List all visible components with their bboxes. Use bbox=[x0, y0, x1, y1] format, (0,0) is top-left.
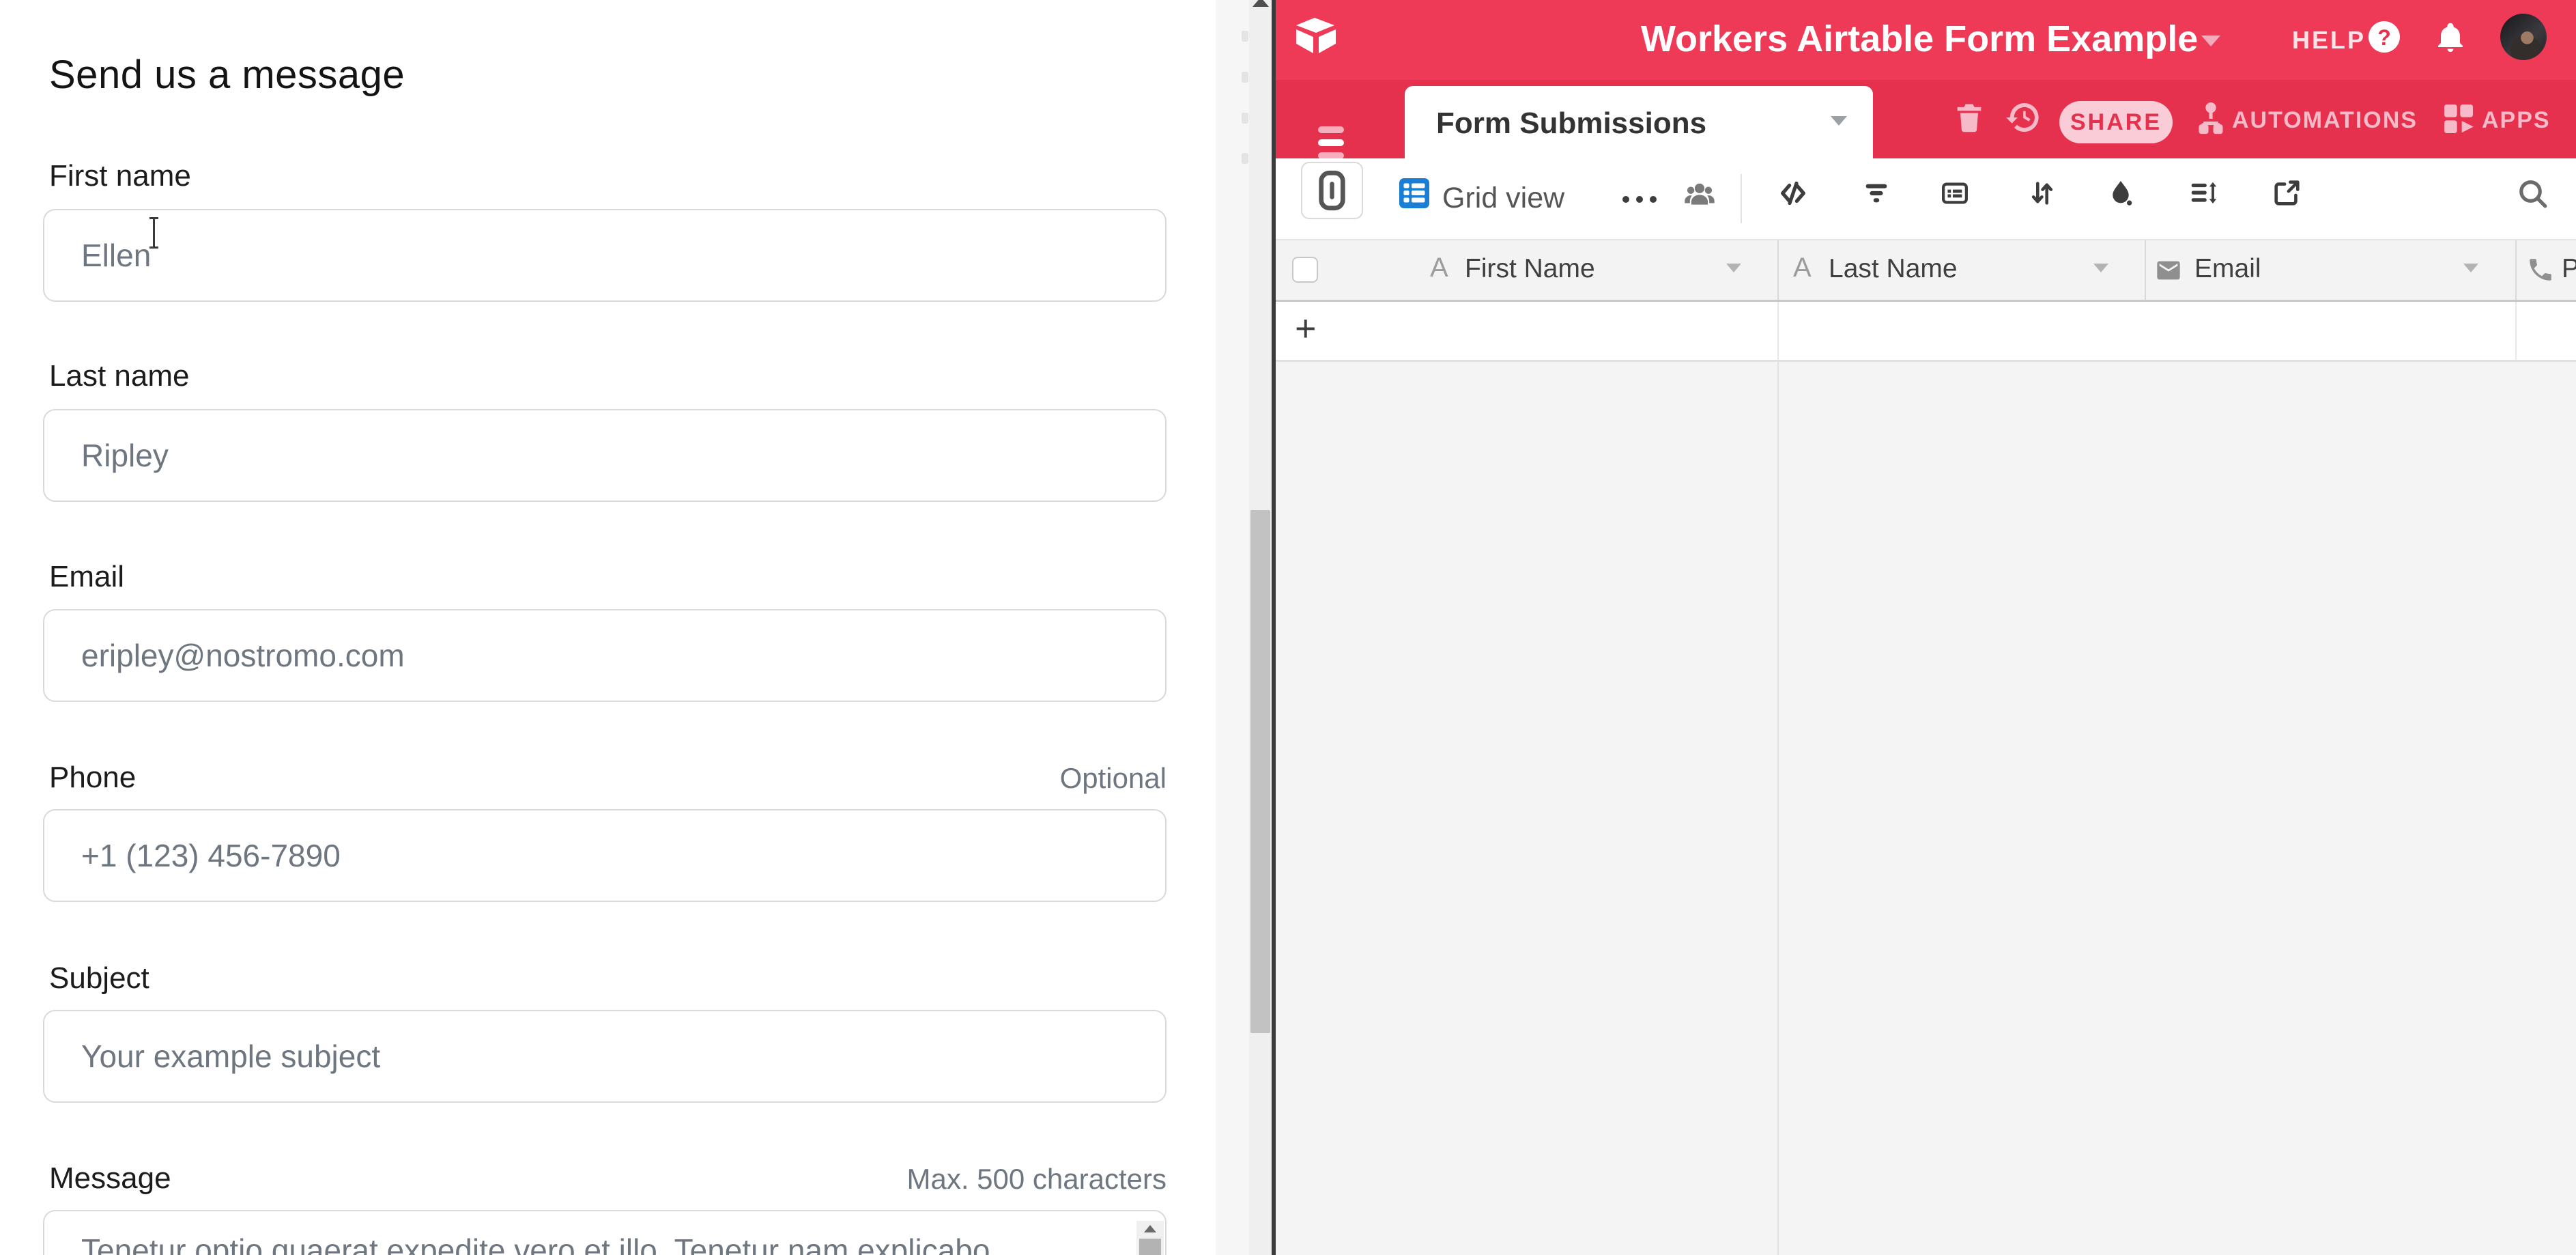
text-field-icon: A bbox=[1793, 253, 1812, 283]
column-header-last-name[interactable]: Last Name bbox=[1829, 254, 1958, 284]
pane-gutter bbox=[1216, 0, 1249, 1255]
column-separator bbox=[1777, 362, 1779, 1255]
message-label: Message bbox=[49, 1161, 171, 1196]
column-separator bbox=[2515, 302, 2517, 360]
automations-button[interactable]: AUTOMATIONS bbox=[2232, 107, 2418, 134]
sort-icon[interactable] bbox=[2027, 178, 2058, 209]
column-separator[interactable] bbox=[2145, 240, 2146, 300]
add-row-plus[interactable]: + bbox=[1295, 307, 1317, 350]
gutter-dash bbox=[1242, 153, 1248, 164]
contact-form-pane: Send us a message First name Last name E… bbox=[0, 0, 1216, 1255]
message-scrollbar-thumb[interactable] bbox=[1139, 1239, 1161, 1255]
add-row[interactable]: + bbox=[1276, 302, 2576, 362]
form-title: Send us a message bbox=[49, 52, 405, 98]
column-separator bbox=[1777, 302, 1779, 360]
column-caret-down-icon[interactable] bbox=[2463, 264, 2478, 272]
phone-label: Phone bbox=[49, 761, 136, 795]
column-separator[interactable] bbox=[1777, 240, 1779, 300]
share-button[interactable]: SHARE bbox=[2059, 101, 2173, 143]
view-name[interactable]: Grid view bbox=[1442, 182, 1564, 215]
row-height-icon[interactable] bbox=[2188, 178, 2219, 209]
column-header-email[interactable]: Email bbox=[2194, 254, 2261, 284]
apps-button[interactable]: APPS bbox=[2482, 107, 2551, 134]
message-textarea[interactable] bbox=[43, 1210, 1167, 1255]
collaborators-icon[interactable] bbox=[1683, 178, 1717, 212]
filter-icon[interactable] bbox=[1861, 178, 1892, 209]
text-field-icon: A bbox=[1430, 253, 1448, 283]
first-name-label: First name bbox=[49, 159, 191, 193]
email-field-icon bbox=[2155, 257, 2182, 284]
phone-input[interactable] bbox=[43, 809, 1167, 902]
base-title[interactable]: Workers Airtable Form Example bbox=[1641, 18, 2198, 60]
subject-label: Subject bbox=[49, 961, 149, 996]
airtable-tabbar: Form Submissions SHARE bbox=[1276, 80, 2576, 158]
column-caret-down-icon[interactable] bbox=[1726, 264, 1741, 272]
menu-bar bbox=[1318, 126, 1344, 133]
grid-view-icon bbox=[1399, 178, 1429, 208]
column-separator[interactable] bbox=[2515, 240, 2517, 300]
page-scrollbar-thumb[interactable] bbox=[1250, 510, 1270, 1033]
avatar[interactable] bbox=[2500, 14, 2547, 60]
email-input[interactable] bbox=[43, 609, 1167, 702]
open-view-icon[interactable] bbox=[2271, 178, 2302, 209]
tab-form-submissions[interactable]: Form Submissions bbox=[1405, 86, 1873, 158]
gutter-dash bbox=[1242, 31, 1248, 42]
hide-fields-icon[interactable] bbox=[1777, 178, 1809, 209]
select-all-checkbox[interactable] bbox=[1292, 257, 1318, 283]
grid-empty-area bbox=[1276, 362, 2576, 1255]
airtable-topbar: Workers Airtable Form Example HELP ? bbox=[1276, 0, 2576, 80]
group-icon[interactable] bbox=[1939, 178, 1971, 209]
last-name-input[interactable] bbox=[43, 409, 1167, 502]
search-icon[interactable] bbox=[2515, 176, 2549, 210]
apps-icon[interactable] bbox=[2439, 99, 2478, 139]
last-name-label: Last name bbox=[49, 359, 189, 393]
email-label: Email bbox=[49, 560, 124, 594]
text-cursor bbox=[153, 217, 155, 249]
help-button[interactable]: HELP bbox=[2292, 26, 2366, 55]
table-name: Form Submissions bbox=[1436, 107, 1706, 141]
gutter-dash bbox=[1242, 113, 1248, 124]
first-name-input[interactable] bbox=[43, 209, 1167, 302]
page-scroll-up-arrow-icon[interactable] bbox=[1253, 0, 1269, 7]
paint-fill-icon[interactable] bbox=[2105, 178, 2136, 209]
trash-icon[interactable] bbox=[1951, 98, 1987, 137]
help-circle-icon[interactable]: ? bbox=[2369, 21, 2400, 53]
airtable-logo-icon[interactable] bbox=[1293, 16, 1339, 56]
subject-input[interactable] bbox=[43, 1010, 1167, 1103]
bell-icon[interactable] bbox=[2434, 22, 2467, 55]
toolbar-divider bbox=[1741, 174, 1742, 223]
view-sidebar-toggle-button[interactable] bbox=[1301, 162, 1363, 219]
message-max-chars-note: Max. 500 characters bbox=[906, 1163, 1167, 1196]
phone-field-icon bbox=[2526, 255, 2555, 284]
phone-optional-note: Optional bbox=[1060, 762, 1167, 795]
column-caret-down-icon[interactable] bbox=[2093, 264, 2108, 272]
automations-icon[interactable] bbox=[2192, 99, 2230, 139]
more-options-icon[interactable] bbox=[1620, 194, 1659, 205]
message-scroll-up-arrow-icon[interactable] bbox=[1144, 1225, 1156, 1232]
base-title-caret-down-icon[interactable] bbox=[2201, 36, 2220, 46]
view-toolbar: Grid view bbox=[1276, 158, 2576, 239]
grid-header-row: A First Name A Last Name Email Phone bbox=[1276, 239, 2576, 302]
gutter-dash bbox=[1242, 72, 1248, 83]
menu-bar bbox=[1318, 139, 1344, 146]
history-icon[interactable] bbox=[2003, 98, 2042, 137]
airtable-pane: Workers Airtable Form Example HELP ? For… bbox=[1276, 0, 2576, 1255]
column-header-first-name[interactable]: First Name bbox=[1465, 254, 1595, 284]
table-caret-down-icon[interactable] bbox=[1831, 116, 1847, 126]
screen: Send us a message First name Last name E… bbox=[0, 0, 2576, 1255]
column-header-phone[interactable]: Phone bbox=[2562, 254, 2576, 284]
